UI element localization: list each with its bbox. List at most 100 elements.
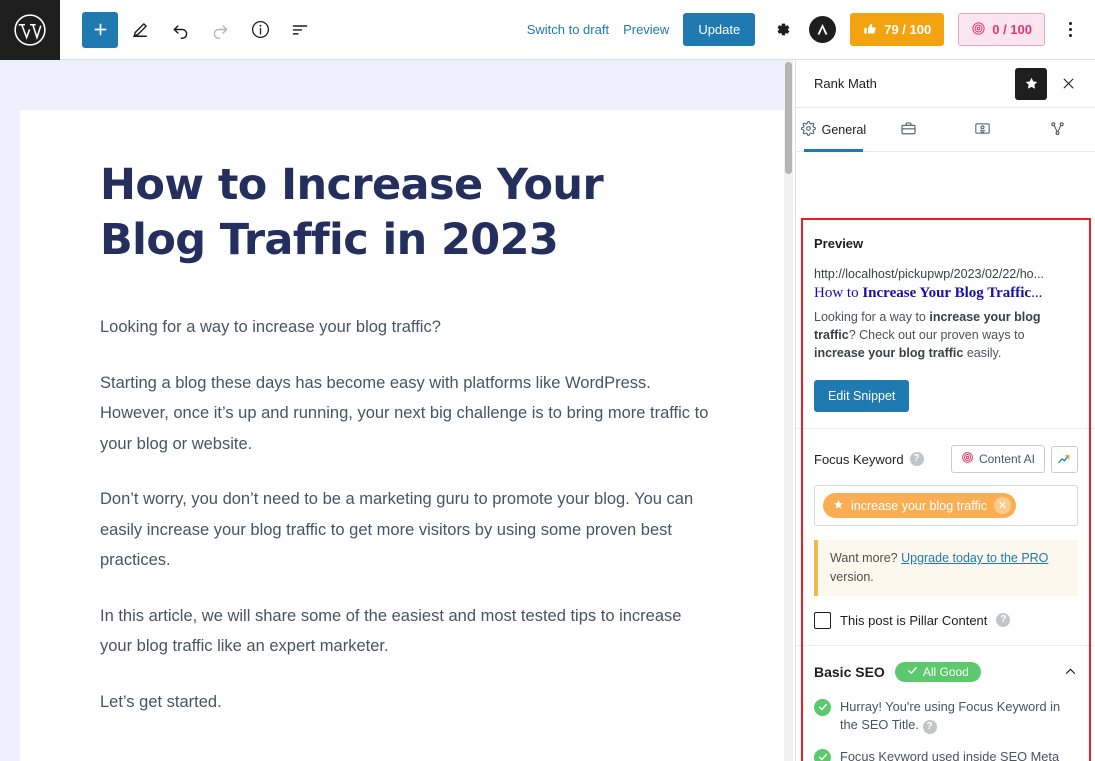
notice-prefix: Want more? (830, 551, 902, 566)
rank-math-panel: Rank Math General Preview http://localho… (795, 60, 1095, 761)
snippet-title-plain: How to (814, 285, 863, 301)
wordpress-block-editor: Switch to draft Preview Update 79 / 100 … (0, 0, 1095, 761)
seo-thumb-icon (863, 21, 878, 39)
panel-body: Preview http://localhost/pickupwp/2023/0… (796, 220, 1095, 761)
schema-image-icon (974, 120, 991, 140)
list-view-button[interactable] (282, 12, 318, 48)
paragraph-block[interactable]: Starting a blog these days has become ea… (100, 368, 710, 460)
help-icon[interactable]: ? (996, 613, 1011, 628)
undo-button[interactable] (162, 12, 198, 48)
focus-keyword-header: Focus Keyword ? Content AI (814, 445, 1078, 474)
check-item-text: Focus Keyword used inside SEO Meta Descr… (840, 748, 1078, 761)
pillar-content-checkbox[interactable] (814, 611, 831, 629)
star-icon[interactable] (1015, 67, 1047, 100)
chevron-up-icon[interactable] (1063, 664, 1078, 679)
post-content-sheet: How to Increase Your Blog Traffic in 202… (20, 110, 790, 761)
status-badge: All Good (894, 661, 981, 682)
panel-header: Rank Math (796, 60, 1095, 108)
star-icon (833, 499, 844, 513)
snippet-description: Looking for a way to increase your blog … (814, 308, 1078, 362)
list-item: Focus Keyword used inside SEO Meta Descr… (814, 748, 1078, 761)
help-icon[interactable]: ? (922, 720, 937, 735)
check-item-label: Hurray! You're using Focus Keyword in th… (840, 698, 1061, 733)
check-circle-icon (814, 748, 831, 761)
kebab-menu-icon[interactable] (1059, 15, 1081, 45)
notice-suffix: version. (830, 569, 874, 584)
tab-general[interactable]: General (796, 108, 871, 152)
content-ai-button-label: Content AI (978, 452, 1035, 467)
social-share-icon (1049, 120, 1066, 140)
tab-social[interactable] (1020, 108, 1095, 151)
snippet-title-keyword: Increase Your Blog Traffic (862, 285, 1032, 301)
basic-seo-check-list: Hurray! You're using Focus Keyword in th… (814, 698, 1078, 761)
edit-snippet-button[interactable]: Edit Snippet (814, 380, 910, 413)
snippet-desc-part-3: easily. (963, 346, 1002, 360)
snippet-preview-section: Preview http://localhost/pickupwp/2023/0… (796, 220, 1095, 430)
briefcase-icon (900, 120, 917, 140)
preview-label: Preview (814, 236, 864, 251)
snippet-desc-part-1: Looking for a way to (814, 309, 930, 324)
content-ai-score-badge[interactable]: 0 / 100 (958, 13, 1045, 46)
tab-advanced[interactable] (871, 108, 946, 151)
list-item: Hurray! You're using Focus Keyword in th… (814, 698, 1078, 735)
snippet-desc-keyword-2: increase your blog traffic (814, 346, 964, 360)
basic-seo-header[interactable]: Basic SEO All Good (814, 661, 1078, 682)
paragraph-block[interactable]: Looking for a way to increase your blog … (100, 312, 710, 343)
snippet-title[interactable]: How to Increase Your Blog Traffic... (814, 284, 1078, 303)
preview-button[interactable]: Preview (623, 22, 669, 37)
details-info-button[interactable] (242, 12, 278, 48)
page-title[interactable]: How to Increase Your Blog Traffic in 202… (100, 158, 710, 268)
pillar-content-row: This post is Pillar Content ? (814, 611, 1078, 629)
rank-math-logo-icon[interactable] (809, 16, 837, 43)
check-icon (907, 665, 918, 679)
tab-general-label: General (821, 122, 867, 137)
trends-chart-icon[interactable] (1051, 445, 1078, 473)
content-ai-score-value: 0 / 100 (992, 22, 1032, 37)
panel-title: Rank Math (814, 76, 877, 91)
content-ai-icon (961, 451, 974, 467)
upgrade-pro-link[interactable]: Upgrade today to the PRO (901, 551, 1048, 565)
check-item-text: Hurray! You're using Focus Keyword in th… (840, 698, 1078, 735)
canvas-scrollbar[interactable] (784, 60, 793, 761)
paragraph-block[interactable]: In this article, we will share some of t… (100, 601, 710, 662)
pro-upgrade-notice: Want more? Upgrade today to the PRO vers… (814, 540, 1078, 596)
focus-keyword-section: Focus Keyword ? Content AI increase your… (796, 429, 1095, 646)
help-icon[interactable]: ? (909, 452, 924, 467)
pillar-content-label: This post is Pillar Content (840, 612, 988, 628)
toolbar-right-group: Switch to draft Preview Update 79 / 100 … (527, 13, 1095, 46)
snippet-title-ellipsis: ... (1031, 285, 1043, 301)
check-circle-icon (814, 698, 831, 716)
redo-button[interactable] (202, 12, 238, 48)
snippet-desc-part-2: ? Check out our proven ways to (848, 327, 1025, 342)
gear-icon (800, 120, 816, 139)
editor-toolbar: Switch to draft Preview Update 79 / 100 … (0, 0, 1095, 60)
gear-icon[interactable] (769, 17, 795, 43)
add-block-button[interactable] (82, 11, 118, 48)
canvas-scrollbar-thumb[interactable] (785, 62, 792, 174)
seo-score-value: 79 / 100 (884, 22, 932, 37)
focus-keyword-tag[interactable]: increase your blog traffic ✕ (823, 493, 1016, 519)
update-button[interactable]: Update (683, 13, 756, 46)
basic-seo-title: Basic SEO (814, 663, 885, 680)
paragraph-block[interactable]: Let’s get started. (100, 687, 710, 718)
focus-keyword-label: Focus Keyword (814, 451, 904, 467)
focus-keyword-tag-label: increase your blog traffic (851, 498, 987, 513)
panel-tabs: General (796, 108, 1095, 152)
content-ai-button[interactable]: Content AI (950, 445, 1045, 474)
editor-canvas: How to Increase Your Blog Traffic in 202… (0, 60, 790, 761)
paragraph-block[interactable]: Don’t worry, you don’t need to be a mark… (100, 484, 710, 576)
close-icon[interactable] (1053, 69, 1083, 99)
switch-to-draft-button[interactable]: Switch to draft (527, 22, 609, 37)
wordpress-logo-icon[interactable] (0, 0, 60, 60)
focus-keyword-input[interactable]: increase your blog traffic ✕ (814, 485, 1078, 527)
tab-schema[interactable] (946, 108, 1021, 151)
toolbar-left-group (60, 11, 318, 48)
seo-score-badge[interactable]: 79 / 100 (850, 13, 945, 46)
close-x-icon[interactable]: ✕ (993, 497, 1011, 515)
snippet-url: http://localhost/pickupwp/2023/02/22/ho.… (814, 267, 1045, 281)
check-item-label: Focus Keyword used inside SEO Meta Descr… (840, 748, 1060, 761)
content-ai-icon (971, 21, 986, 39)
basic-seo-section: Basic SEO All Good Hurray! You're using … (796, 646, 1095, 761)
tools-pencil-button[interactable] (122, 12, 158, 48)
status-badge-label: All Good (922, 664, 969, 679)
